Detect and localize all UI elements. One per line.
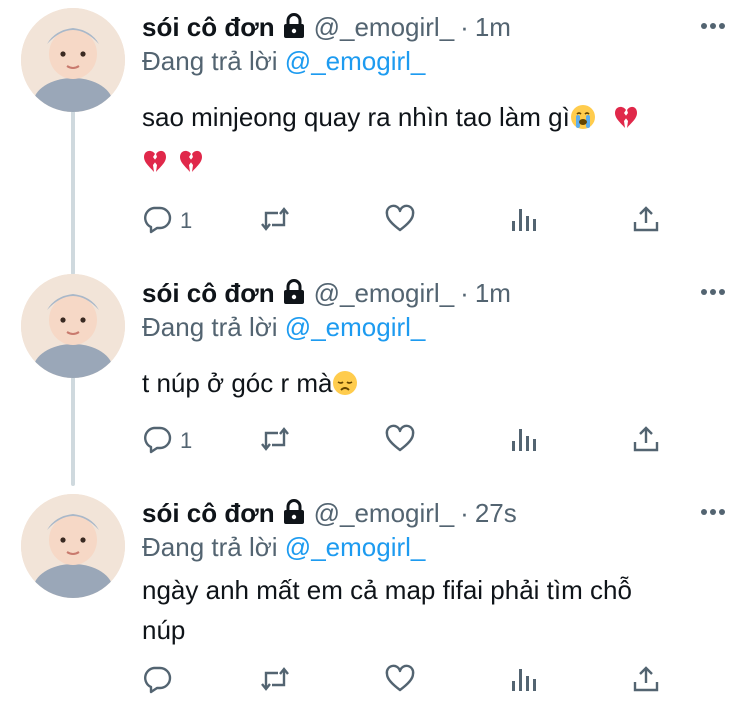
timestamp[interactable]: 1m [475, 12, 511, 43]
handle[interactable]: @_emogirl_ [314, 498, 455, 529]
disappointed-face-emoji [333, 371, 358, 395]
tweet-header: sói cô đơn @_emogirl_ · 1m [142, 276, 726, 310]
replying-to-label: Đang trả lời [142, 312, 278, 342]
tweet-actions: 1 [142, 424, 672, 464]
retweet-button[interactable] [260, 664, 290, 704]
views-icon [512, 429, 536, 451]
loudly-crying-face-emoji [570, 105, 595, 129]
replying-to-link[interactable]: @_emogirl_ [285, 46, 426, 76]
avatar[interactable] [21, 274, 125, 378]
timestamp[interactable]: 1m [475, 278, 511, 309]
avatar[interactable] [21, 494, 125, 598]
separator-dot: · [460, 498, 469, 528]
like-button[interactable] [385, 424, 415, 464]
tweet-text: sao minjeong quay ra nhìn tao làm gì [142, 95, 726, 183]
retweet-button[interactable] [260, 204, 290, 244]
replying-to: Đang trả lời @_emogirl_ [142, 44, 726, 78]
avatar[interactable] [21, 8, 125, 112]
share-icon [633, 426, 659, 452]
more-icon[interactable] [700, 288, 726, 296]
broken-heart-emoji [180, 150, 202, 172]
tweet[interactable]: sói cô đơn @_emogirl_ · 1m Đang trả lời … [0, 266, 750, 486]
handle[interactable]: @_emogirl_ [314, 12, 455, 43]
tweet-header: sói cô đơn @_emogirl_ · 27s [142, 496, 726, 530]
more-icon[interactable] [700, 508, 726, 516]
tweet-text: ngày anh mất em cả map fifai phải tìm ch… [142, 570, 726, 650]
views-button[interactable] [509, 424, 539, 464]
like-button[interactable] [385, 664, 415, 704]
reply-button[interactable]: 1 [142, 204, 192, 244]
tweet-actions: 1 [142, 204, 672, 244]
display-name[interactable]: sói cô đơn [142, 12, 275, 43]
retweet-button[interactable] [260, 424, 290, 464]
replying-to-label: Đang trả lời [142, 532, 278, 562]
more-icon[interactable] [700, 22, 726, 30]
lock-icon [283, 13, 304, 38]
separator-dot: · [460, 278, 469, 308]
like-icon [385, 664, 415, 692]
replying-to-link[interactable]: @_emogirl_ [285, 312, 426, 342]
tweet[interactable]: sói cô đơn @_emogirl_ · 1m Đang trả lời … [0, 0, 750, 266]
reply-icon [144, 426, 172, 454]
tweet-header: sói cô đơn @_emogirl_ · 1m [142, 10, 726, 44]
display-name[interactable]: sói cô đơn [142, 278, 275, 309]
reply-button[interactable]: 1 [142, 424, 192, 464]
handle[interactable]: @_emogirl_ [314, 278, 455, 309]
replying-to: Đang trả lời @_emogirl_ [142, 530, 726, 564]
tweet-text: t núp ở góc r mà [142, 361, 726, 405]
lock-icon [283, 499, 304, 524]
like-icon [385, 204, 415, 232]
like-icon [385, 424, 415, 452]
display-name[interactable]: sói cô đơn [142, 498, 275, 529]
reply-icon [144, 206, 172, 234]
replying-to-link[interactable]: @_emogirl_ [285, 532, 426, 562]
replying-to: Đang trả lời @_emogirl_ [142, 310, 726, 344]
broken-heart-emoji [144, 150, 166, 172]
share-button[interactable] [631, 204, 661, 244]
avatar-image [21, 8, 125, 112]
avatar-image [21, 274, 125, 378]
tweet-text-line: ngày anh mất em cả map fifai phải tìm ch… [142, 575, 632, 605]
tweet[interactable]: sói cô đơn @_emogirl_ · 27s Đang trả lời… [0, 486, 750, 704]
retweet-icon [261, 207, 289, 231]
lock-icon [283, 279, 304, 304]
share-button[interactable] [631, 664, 661, 704]
separator-dot: · [460, 12, 469, 42]
views-button[interactable] [509, 664, 539, 704]
share-icon [633, 666, 659, 692]
replying-to-label: Đang trả lời [142, 46, 278, 76]
views-icon [512, 209, 536, 231]
tweet-text-line: núp [142, 615, 186, 645]
share-button[interactable] [631, 424, 661, 464]
tweet-text-line: t núp ở góc r mà [142, 368, 333, 398]
retweet-icon [261, 427, 289, 451]
broken-heart-emoji [615, 106, 638, 128]
timestamp[interactable]: 27s [475, 498, 517, 529]
reply-count: 1 [180, 428, 193, 453]
reply-icon [144, 666, 172, 694]
like-button[interactable] [385, 204, 415, 244]
views-button[interactable] [509, 204, 539, 244]
tweet-actions [142, 664, 672, 704]
retweet-icon [261, 667, 289, 691]
reply-button[interactable] [142, 664, 172, 704]
tweet-text-line: sao minjeong quay ra nhìn tao làm gì [142, 102, 570, 132]
reply-count: 1 [180, 208, 193, 233]
views-icon [512, 669, 536, 691]
avatar-image [21, 494, 125, 598]
share-icon [633, 206, 659, 232]
